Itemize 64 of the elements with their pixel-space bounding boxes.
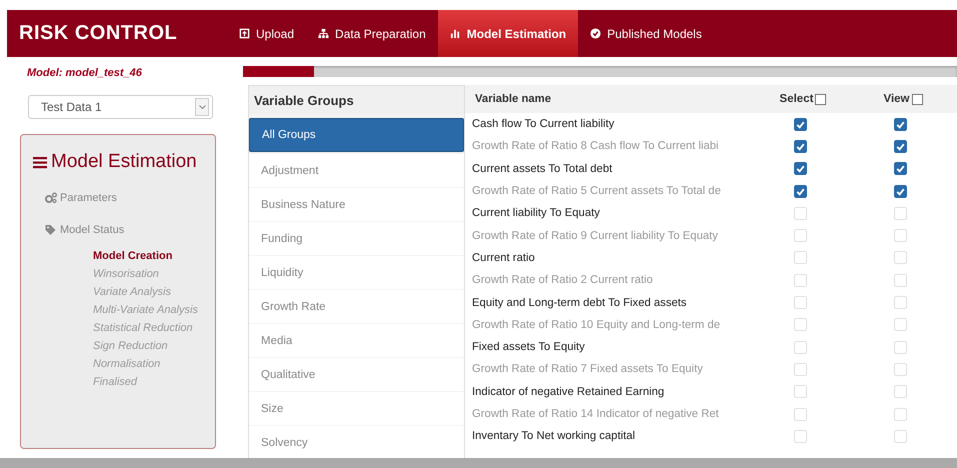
variable-name: Cash flow To Current liability bbox=[471, 118, 616, 130]
variable-name: Growth Rate of Ratio 14 Indicator of negative Ret bbox=[471, 408, 720, 420]
nav-tab[interactable]: Data Preparation bbox=[306, 10, 438, 57]
status-step: Winsorisation bbox=[93, 268, 203, 280]
column-header: Select bbox=[780, 93, 814, 105]
status-step: Multi-Variate Analysis bbox=[93, 304, 203, 316]
side-link[interactable]: Parameters bbox=[45, 192, 117, 204]
bar-chart-icon bbox=[450, 28, 461, 39]
side-link[interactable]: Model Status bbox=[45, 224, 124, 236]
sitemap-icon bbox=[318, 28, 330, 39]
variable-name: Indicator of negative Retained Earning bbox=[471, 386, 666, 398]
column-header: View bbox=[884, 93, 910, 105]
select-checkbox[interactable] bbox=[794, 118, 806, 131]
variable-name: Current assets To Total debt bbox=[471, 162, 614, 175]
view-checkbox[interactable] bbox=[894, 162, 906, 176]
header-checkbox[interactable] bbox=[815, 94, 826, 104]
header-checkbox[interactable] bbox=[912, 94, 922, 104]
variable-name: Equity and Long-term debt To Fixed assets bbox=[471, 296, 688, 309]
caret-icon bbox=[198, 104, 206, 110]
nav-tab[interactable]: Published Models bbox=[578, 10, 714, 57]
group-item[interactable]: Qualitative bbox=[249, 358, 464, 391]
app-title: RISK CONTROL bbox=[18, 21, 178, 46]
group-item[interactable]: Funding bbox=[249, 222, 464, 255]
select-checkbox[interactable] bbox=[794, 162, 806, 176]
group-item[interactable]: Solvency bbox=[249, 426, 464, 459]
group-item[interactable]: Media bbox=[249, 324, 464, 357]
status-step: Normalisation bbox=[93, 358, 203, 370]
variable-name: Growth Rate of Ratio 5 Current assets To Total de bbox=[471, 185, 722, 198]
status-step: Statistical Reduction bbox=[93, 322, 203, 334]
menu-icon bbox=[33, 156, 47, 169]
group-item[interactable]: Size bbox=[249, 392, 464, 425]
dataset-dropdown[interactable]: Test Data 1 bbox=[28, 95, 213, 119]
view-checkbox[interactable] bbox=[894, 140, 906, 153]
group-item[interactable]: All Groups bbox=[249, 118, 464, 152]
check-circle-icon bbox=[590, 28, 602, 39]
group-item[interactable]: Growth Rate bbox=[249, 290, 464, 323]
group-item[interactable]: Adjustment bbox=[249, 154, 464, 187]
variable-name: Growth Rate of Ratio 7 Fixed assets To Equity bbox=[471, 363, 704, 376]
gears-icon bbox=[45, 192, 57, 204]
select-checkbox[interactable] bbox=[794, 184, 806, 198]
variable-name: Growth Rate of Ratio 8 Cash flow To Current liabi bbox=[471, 140, 720, 152]
status-step: Model Creation bbox=[93, 250, 203, 262]
variable-name: Fixed assets To Equity bbox=[471, 341, 586, 354]
status-step: Sign Reduction bbox=[93, 340, 203, 352]
variable-name: Inventary To Net working captital bbox=[471, 430, 636, 442]
view-checkbox[interactable] bbox=[894, 118, 906, 131]
model-name: Model: model_test_46 bbox=[27, 67, 143, 79]
tag-icon bbox=[45, 224, 57, 236]
select-checkbox[interactable] bbox=[794, 140, 806, 153]
variable-name: Growth Rate of Ratio 9 Current liability To Equaty bbox=[471, 230, 719, 242]
column-header: Variable name bbox=[474, 93, 552, 105]
variable-name: Current liability To Equaty bbox=[471, 207, 601, 220]
group-item[interactable]: Liquidity bbox=[249, 256, 464, 289]
status-step: Finalised bbox=[93, 376, 203, 388]
document-icon bbox=[239, 28, 250, 39]
variable-name: Growth Rate of Ratio 2 Current ratio bbox=[471, 274, 654, 286]
nav-tab[interactable]: Model Estimation bbox=[438, 10, 578, 57]
group-item[interactable]: Business Nature bbox=[249, 188, 464, 221]
nav-tab[interactable]: Upload bbox=[227, 10, 306, 57]
panel-title: Model Estimation bbox=[51, 151, 197, 172]
view-checkbox[interactable] bbox=[894, 184, 906, 198]
variable-name: Current ratio bbox=[471, 252, 536, 264]
status-step: Variate Analysis bbox=[93, 286, 203, 298]
variable-name: Growth Rate of Ratio 10 Equity and Long-term de bbox=[471, 318, 722, 331]
